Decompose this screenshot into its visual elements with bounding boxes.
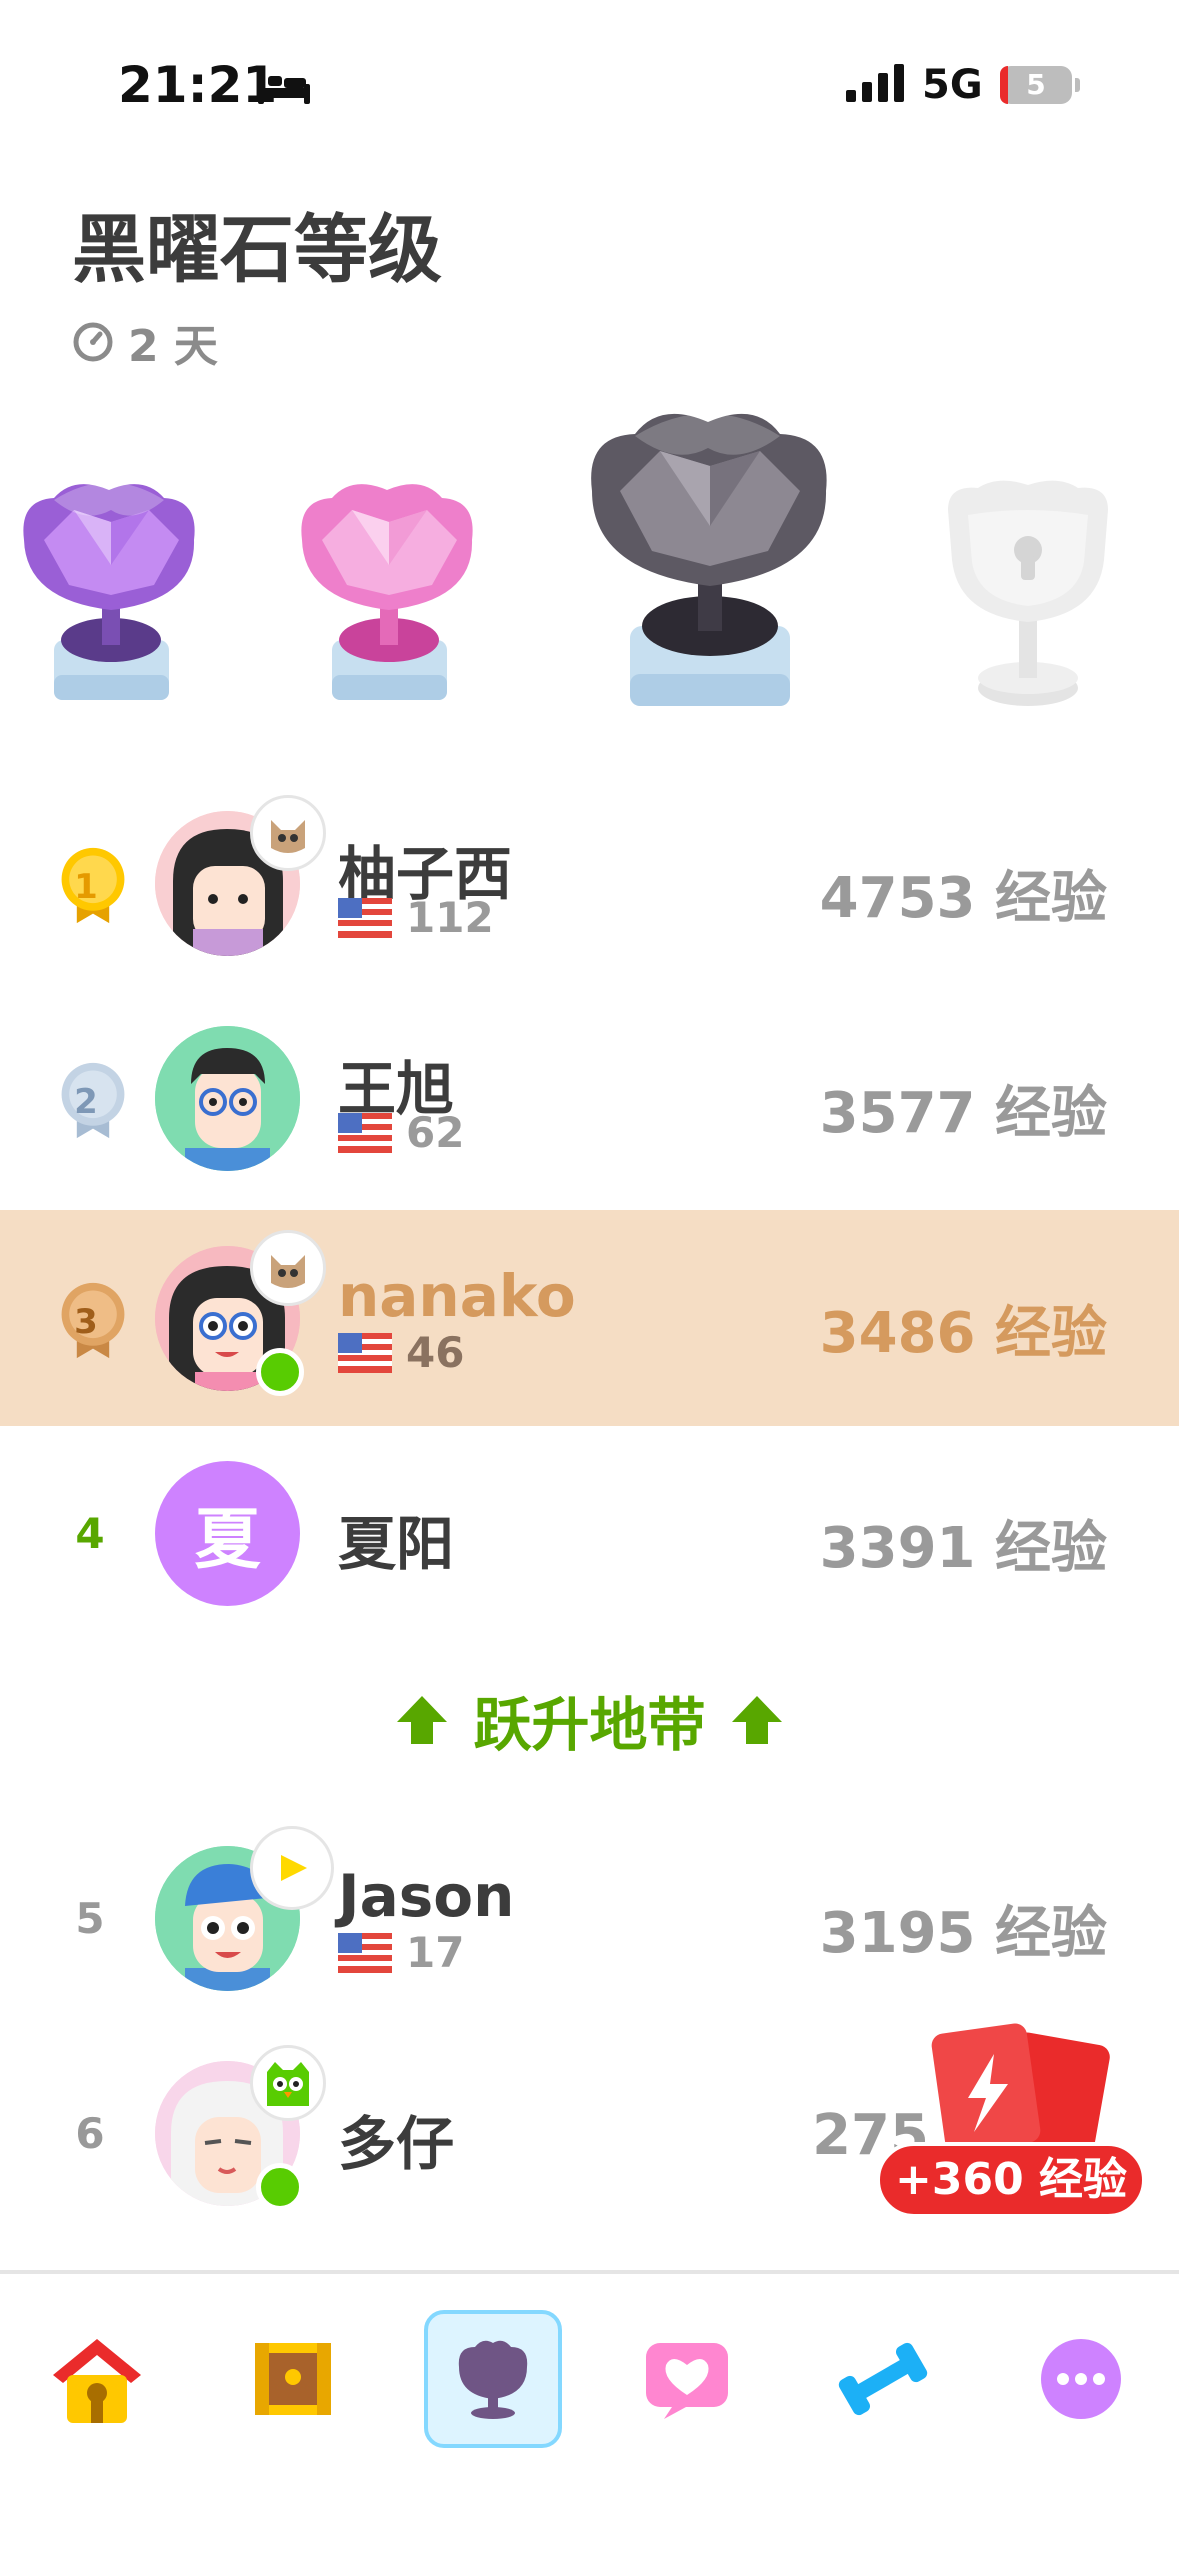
league-icon <box>458 2340 528 2419</box>
user-name: 夏阳 <box>338 1510 455 1578</box>
avatar[interactable] <box>155 1026 300 1171</box>
amethyst-trophy-icon <box>23 482 195 700</box>
pearl-trophy-icon <box>301 484 473 700</box>
rank-number: 3 <box>74 1302 98 1342</box>
avatar-illustration <box>155 1026 300 1171</box>
promotion-zone: 跃升地带 <box>0 1680 1179 1760</box>
leaderboard-row[interactable]: 4 夏 夏阳 3391 经验 <box>0 1425 1179 1641</box>
status-bar: 21:21 5G 5 <box>0 0 1179 170</box>
timer-icon <box>73 322 113 362</box>
xp-value: 3391 经验 <box>819 1516 1107 1581</box>
chest-icon <box>255 2343 331 2415</box>
status-time: 21:21 <box>118 56 278 114</box>
arrow-up-icon <box>731 1696 782 1744</box>
tab-friends[interactable] <box>622 2314 752 2444</box>
us-flag-icon <box>338 1112 392 1153</box>
tab-more[interactable] <box>1016 2314 1146 2444</box>
us-flag-icon <box>338 1932 392 1973</box>
xp-value: 4753 经验 <box>819 866 1107 931</box>
streak-count: 62 <box>406 1108 465 1157</box>
user-name: 多仔 <box>338 2110 455 2178</box>
cat-badge-icon <box>250 1230 326 1306</box>
avatar-letter: 夏 <box>194 1500 261 1578</box>
play-badge-icon <box>250 1826 334 1910</box>
promotion-zone-label: 跃升地带 <box>473 1691 706 1759</box>
days-remaining-label: 2 天 <box>128 321 218 372</box>
home-icon <box>53 2339 141 2423</box>
heart-icon <box>646 2343 728 2419</box>
xp-value: 3486 经验 <box>819 1301 1107 1366</box>
more-icon <box>1041 2339 1121 2419</box>
battery-icon: 5 <box>1000 66 1072 104</box>
streak-count: 112 <box>406 893 494 942</box>
tab-home[interactable] <box>32 2314 162 2444</box>
arrow-up-icon <box>397 1696 448 1744</box>
avatar[interactable]: 夏 <box>155 1461 300 1606</box>
us-flag-icon <box>338 897 392 938</box>
leaderboard-row-current-user[interactable]: 3 nanako 46 3486 经验 <box>0 1210 1179 1426</box>
battery-level: 5 <box>1026 68 1046 101</box>
network-type: 5G <box>922 62 983 108</box>
battery-tip <box>1075 78 1080 92</box>
xp-boost-button[interactable]: +360 经验 <box>876 2020 1146 2220</box>
signal-icon <box>846 64 904 102</box>
days-remaining: 2 天 <box>72 310 218 374</box>
rank-number: 6 <box>75 2109 105 2158</box>
xp-value: 3577 经验 <box>819 1081 1107 1146</box>
rank-number: 2 <box>74 1082 98 1122</box>
streak-count: 46 <box>406 1328 465 1377</box>
streak-count: 17 <box>406 1928 465 1977</box>
xp-boost-label: +360 经验 <box>876 2142 1146 2218</box>
rank-number: 1 <box>74 867 98 907</box>
league-trophies[interactable] <box>0 380 1179 720</box>
tab-practice[interactable] <box>818 2314 948 2444</box>
locked-trophy-icon <box>948 480 1108 706</box>
leaderboard-row[interactable]: 5 Jason 17 3195 经验 <box>0 1810 1179 2026</box>
streak: 17 <box>338 1928 464 1977</box>
dumbbell-icon <box>838 2342 928 2416</box>
leaderboard-row[interactable]: 1 柚子西 112 4753 经验 <box>0 775 1179 991</box>
rank-number: 5 <box>75 1894 105 1943</box>
sleep-focus-icon <box>258 72 310 104</box>
user-name: nanako <box>338 1262 576 1330</box>
tab-leagues[interactable] <box>424 2310 562 2448</box>
online-indicator <box>256 2163 304 2211</box>
league-title: 黑曜石等级 <box>72 207 442 293</box>
us-flag-icon <box>338 1332 392 1373</box>
leaderboard-row[interactable]: 2 王旭 62 3577 经验 <box>0 990 1179 1206</box>
tab-chest[interactable] <box>228 2314 358 2444</box>
owl-badge-icon <box>250 2045 326 2121</box>
obsidian-trophy-icon <box>591 413 827 706</box>
streak: 112 <box>338 893 494 942</box>
streak: 62 <box>338 1108 464 1157</box>
rank-number: 4 <box>75 1509 105 1558</box>
bottom-tab-bar <box>0 2274 1179 2556</box>
online-indicator <box>256 1348 304 1396</box>
cat-badge-icon <box>250 795 326 871</box>
streak: 46 <box>338 1328 464 1377</box>
xp-value: 3195 经验 <box>819 1901 1107 1966</box>
user-name: Jason <box>338 1862 515 1930</box>
